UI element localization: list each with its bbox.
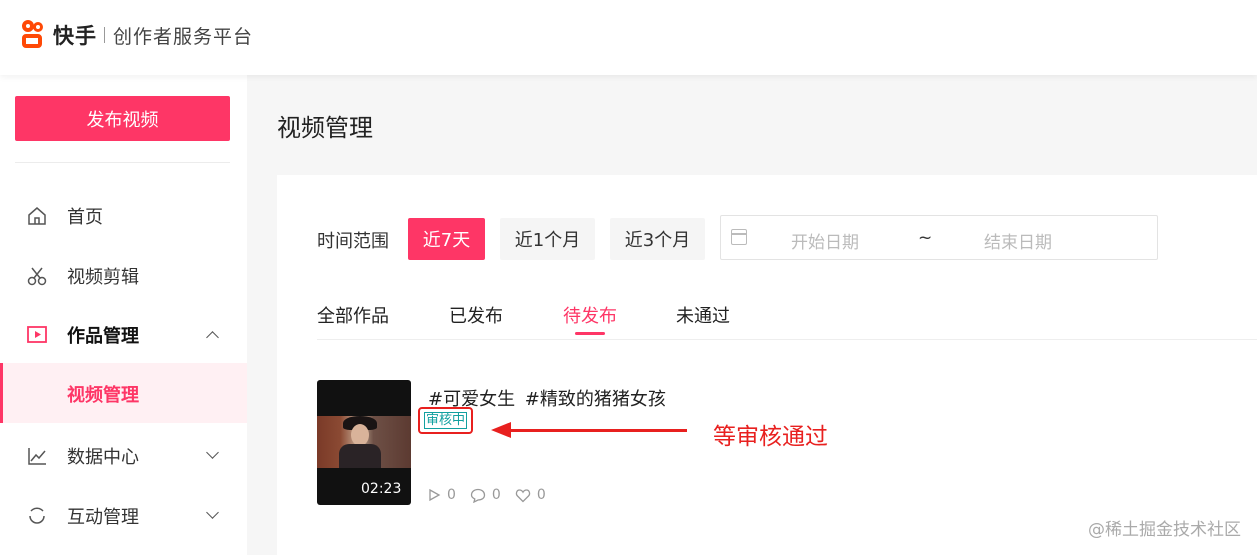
chevron-up-icon — [206, 331, 219, 344]
publish-video-button[interactable]: 发布视频 — [15, 96, 230, 141]
brand-name: 快手 — [53, 24, 97, 48]
chart-line-icon — [26, 445, 48, 467]
sidebar-item-data-center[interactable]: 数据中心 — [0, 427, 247, 485]
chevron-down-icon — [206, 446, 219, 459]
sidebar-item-label: 视频剪辑 — [67, 267, 139, 288]
tab-published[interactable]: 已发布 — [449, 302, 503, 328]
page-title: 视频管理 — [277, 114, 373, 142]
sidebar-item-label: 首页 — [67, 207, 103, 228]
sidebar-item-works[interactable]: 作品管理 — [0, 306, 247, 364]
sidebar-divider — [15, 162, 230, 163]
play-square-icon — [26, 324, 48, 346]
content-card: 时间范围 近7天 近1个月 近3个月 开始日期 ~ 结束日期 全部作品 已发布 … — [277, 175, 1257, 555]
platform-subtitle: 创作者服务平台 — [113, 25, 254, 48]
heart-icon — [515, 488, 531, 502]
logo-separator — [104, 27, 105, 43]
comments-stat: 0 — [470, 487, 501, 503]
filter-1-month-button[interactable]: 近1个月 — [500, 218, 595, 260]
filter-7-days-button[interactable]: 近7天 — [408, 218, 485, 260]
status-highlight-box: 审核中 — [418, 407, 473, 434]
sidebar-item-label: 数据中心 — [67, 447, 139, 468]
time-range-label: 时间范围 — [317, 231, 389, 252]
filter-3-months-button[interactable]: 近3个月 — [610, 218, 705, 260]
tab-pending[interactable]: 待发布 — [563, 302, 617, 328]
sidebar: 发布视频 首页 视频剪辑 作品管理 视频管理 数据中心 互动管理 — [0, 75, 247, 555]
thumbnail-image — [317, 416, 411, 468]
active-indicator — [0, 363, 3, 423]
plays-count: 0 — [447, 487, 456, 503]
sidebar-item-home[interactable]: 首页 — [0, 187, 247, 245]
refresh-icon — [26, 505, 48, 527]
chevron-down-icon — [206, 506, 219, 519]
kuaishou-logo-icon — [21, 20, 47, 50]
likes-count: 0 — [536, 487, 546, 503]
sidebar-item-label: 视频管理 — [67, 385, 139, 406]
tabs-divider — [317, 339, 1257, 340]
video-duration: 02:23 — [361, 481, 402, 497]
sidebar-item-video-management[interactable]: 视频管理 — [0, 363, 247, 423]
home-icon — [26, 205, 48, 227]
scissors-icon — [26, 265, 48, 287]
sidebar-item-interaction[interactable]: 互动管理 — [0, 487, 247, 545]
video-thumbnail[interactable]: 02:23 — [317, 380, 411, 505]
comment-icon — [470, 488, 486, 503]
watermark: @稀土掘金技术社区 — [1088, 520, 1241, 540]
likes-stat: 0 — [515, 487, 546, 503]
calendar-icon — [731, 229, 747, 245]
status-badge: 审核中 — [424, 412, 468, 429]
date-range-picker[interactable]: 开始日期 ~ 结束日期 — [720, 215, 1158, 260]
top-header: 快手 创作者服务平台 — [0, 0, 1257, 75]
play-icon — [429, 488, 441, 502]
start-date-input[interactable]: 开始日期 — [791, 228, 859, 253]
sidebar-item-label: 互动管理 — [67, 507, 139, 528]
active-tab-underline — [575, 332, 605, 335]
sidebar-item-video-edit[interactable]: 视频剪辑 — [0, 247, 247, 305]
kuaishou-logo[interactable]: 快手 创作者服务平台 — [21, 20, 253, 50]
video-stats: 0 0 0 — [427, 487, 560, 503]
tab-all-works[interactable]: 全部作品 — [317, 302, 389, 328]
plays-stat: 0 — [427, 487, 456, 503]
annotation-text: 等审核通过 — [713, 424, 828, 450]
sidebar-item-label: 作品管理 — [67, 326, 139, 347]
end-date-input[interactable]: 结束日期 — [984, 228, 1052, 253]
comments-count: 0 — [491, 487, 501, 503]
annotation-arrow — [507, 429, 687, 432]
tab-rejected[interactable]: 未通过 — [676, 302, 730, 328]
date-separator: ~ — [918, 228, 933, 248]
